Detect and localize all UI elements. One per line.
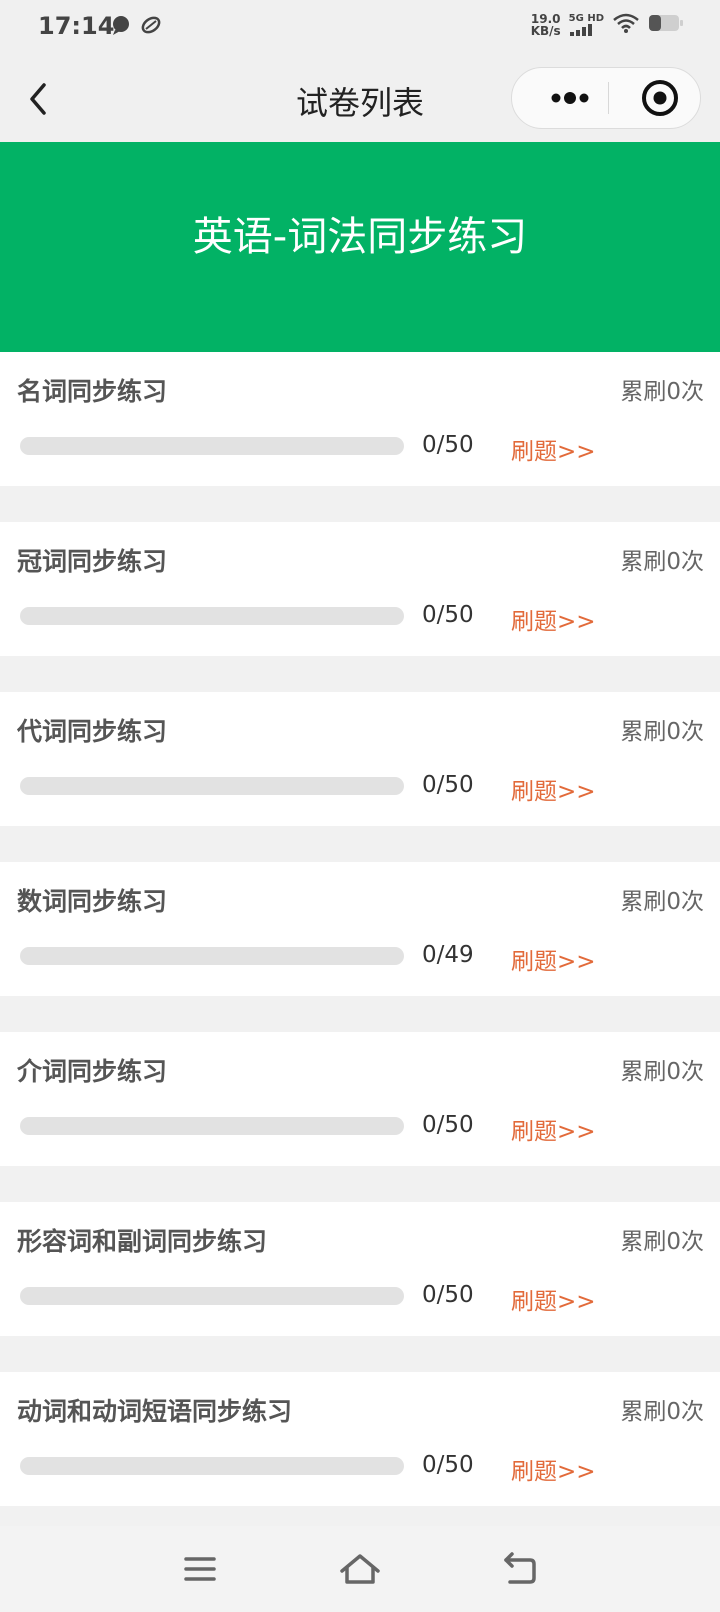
- paper-list: 名词同步练习 累刷0次 0/50 刷题>> 冠词同步练习 累刷0次 0/50 刷…: [0, 352, 720, 1542]
- more-dots-icon: [551, 92, 589, 104]
- progress-text: 0/50: [422, 1452, 474, 1478]
- battery-icon: [648, 13, 684, 37]
- status-bar: 17:14 19.0 KB/s 5G HD: [0, 0, 720, 55]
- menu-button[interactable]: [176, 1546, 224, 1592]
- start-practice-link[interactable]: 刷题>>: [511, 1112, 596, 1146]
- paper-card[interactable]: 形容词和副词同步练习 累刷0次 0/50 刷题>>: [0, 1202, 720, 1336]
- practice-count: 累刷0次: [620, 1399, 704, 1425]
- paper-card[interactable]: 数词同步练习 累刷0次 0/49 刷题>>: [0, 862, 720, 996]
- practice-count: 累刷0次: [620, 1229, 704, 1255]
- paper-title: 数词同步练习: [17, 887, 168, 916]
- practice-count: 累刷0次: [620, 889, 704, 915]
- practice-count: 累刷0次: [620, 549, 704, 575]
- progress-text: 0/50: [422, 772, 474, 798]
- more-button[interactable]: [534, 68, 606, 128]
- mini-program-capsule: [511, 67, 701, 129]
- paper-title: 名词同步练习: [17, 377, 168, 406]
- signal-icon: 5G HD: [569, 14, 604, 36]
- progress-bar: [20, 437, 404, 455]
- paper-title: 代词同步练习: [17, 717, 168, 746]
- progress-bar: [20, 1117, 404, 1135]
- paper-title: 介词同步练习: [17, 1057, 168, 1086]
- progress-text: 0/50: [422, 1282, 474, 1308]
- status-time: 17:14: [38, 12, 115, 40]
- paper-card[interactable]: 动词和动词短语同步练习 累刷0次 0/50 刷题>>: [0, 1372, 720, 1506]
- start-practice-link[interactable]: 刷题>>: [511, 942, 596, 976]
- paper-title: 动词和动词短语同步练习: [17, 1397, 293, 1426]
- progress-bar: [20, 1457, 404, 1475]
- nav-bar: 试卷列表: [0, 55, 720, 142]
- system-nav-bar: [0, 1526, 720, 1612]
- progress-bar: [20, 607, 404, 625]
- progress-text: 0/49: [422, 942, 474, 968]
- progress-bar: [20, 1287, 404, 1305]
- paper-card[interactable]: 名词同步练习 累刷0次 0/50 刷题>>: [0, 352, 720, 486]
- start-practice-link[interactable]: 刷题>>: [511, 1452, 596, 1486]
- home-button[interactable]: [336, 1546, 384, 1592]
- start-practice-link[interactable]: 刷题>>: [511, 1282, 596, 1316]
- chat-bubble-icon: [110, 14, 132, 40]
- banner-title: 英语-词法同步练习: [192, 214, 528, 260]
- practice-count: 累刷0次: [620, 379, 704, 405]
- back-nav-button[interactable]: [496, 1546, 544, 1592]
- banner: 英语-词法同步练习: [0, 142, 720, 352]
- close-mini-program-button[interactable]: [630, 68, 690, 128]
- progress-bar: [20, 947, 404, 965]
- progress-bar: [20, 777, 404, 795]
- rugby-icon: [140, 14, 162, 40]
- start-practice-link[interactable]: 刷题>>: [511, 772, 596, 806]
- progress-text: 0/50: [422, 602, 474, 628]
- start-practice-link[interactable]: 刷题>>: [511, 432, 596, 466]
- back-icon: [504, 1552, 536, 1584]
- net-speed: 19.0 KB/s: [530, 12, 561, 38]
- capsule-divider: [608, 82, 609, 114]
- wifi-icon: [612, 12, 640, 38]
- progress-text: 0/50: [422, 1112, 474, 1138]
- paper-title: 形容词和副词同步练习: [17, 1227, 268, 1256]
- home-icon: [340, 1554, 380, 1584]
- paper-card[interactable]: 冠词同步练习 累刷0次 0/50 刷题>>: [0, 522, 720, 656]
- start-practice-link[interactable]: 刷题>>: [511, 602, 596, 636]
- paper-title: 冠词同步练习: [17, 547, 168, 576]
- progress-text: 0/50: [422, 432, 474, 458]
- menu-icon: [184, 1557, 216, 1581]
- practice-count: 累刷0次: [620, 719, 704, 745]
- paper-card[interactable]: 代词同步练习 累刷0次 0/50 刷题>>: [0, 692, 720, 826]
- practice-count: 累刷0次: [620, 1059, 704, 1085]
- target-close-icon: [642, 80, 678, 116]
- paper-card[interactable]: 介词同步练习 累刷0次 0/50 刷题>>: [0, 1032, 720, 1166]
